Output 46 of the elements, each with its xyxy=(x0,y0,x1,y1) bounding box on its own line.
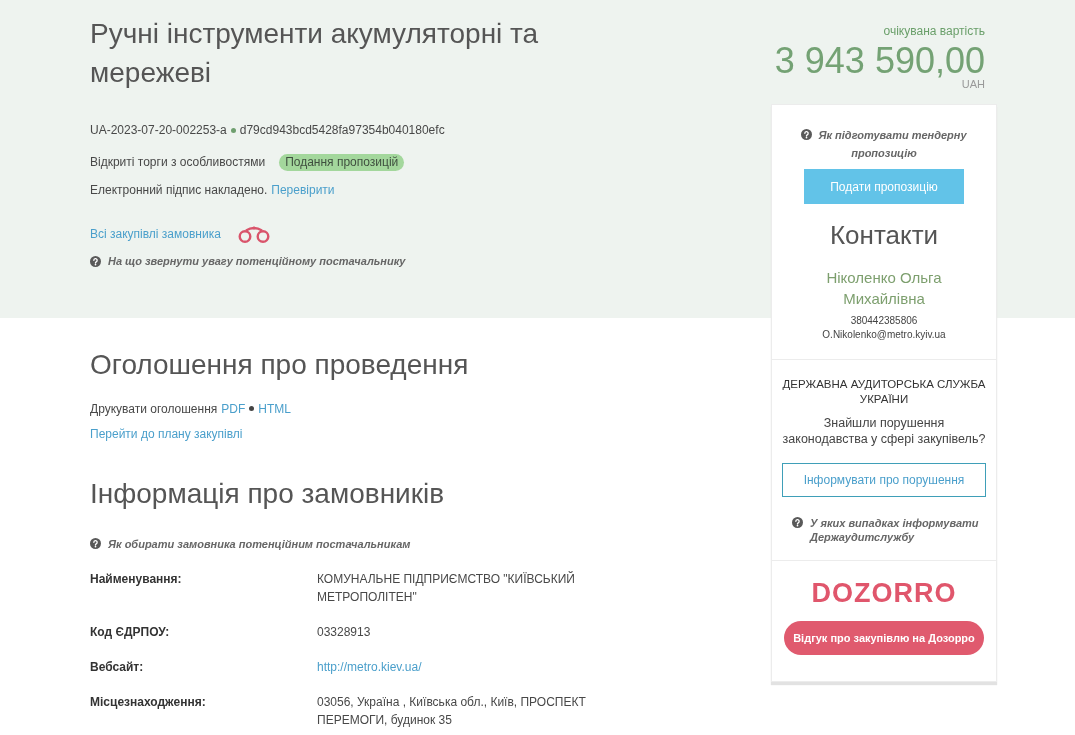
section-heading: Оголошення про проведення xyxy=(90,347,470,382)
field-value: 03328913 xyxy=(317,624,371,641)
help-icon xyxy=(90,538,101,549)
handcuffs-icon xyxy=(236,225,271,243)
buyer-procurements-link[interactable]: Всі закупівлі замовника xyxy=(90,225,221,243)
field-value: 03056, Україна , Київська обл., Київ, ПРОСПЕКТ ПЕРЕМОГИ, будинок 35 xyxy=(317,694,587,729)
help-link[interactable]: У яких випадках інформувати Держаудитслужбу xyxy=(792,515,986,544)
print-format-link[interactable]: HTML xyxy=(258,399,291,418)
contact-email: O.Nikolenko@metro.kyiv.ua xyxy=(822,328,946,342)
print-format-link[interactable]: PDF xyxy=(221,399,246,418)
help-icon xyxy=(90,255,101,267)
page-title: Ручні інструменти акумуляторні та мережеві xyxy=(90,17,540,90)
procedure-type: Відкриті торги з особливостями xyxy=(90,154,266,171)
verify-link[interactable]: Перевірити xyxy=(271,181,335,199)
price-amount: 3 943 590,00 xyxy=(774,39,985,81)
contact-name: Ніколенко Ольга Михайлівна xyxy=(825,268,943,309)
field-label: Місцезнаходження: xyxy=(90,694,206,711)
currency-label: UAH xyxy=(961,78,985,90)
status-badge: Подання пропозицій xyxy=(279,153,405,171)
report-violation-button[interactable]: Інформувати про порушення xyxy=(782,463,986,497)
signature-status: Електронний підпис накладено. xyxy=(90,182,268,199)
help-link[interactable]: Як обирати замовника потенційним постачальникам xyxy=(90,536,411,551)
bullet-icon xyxy=(230,127,236,133)
submit-proposal-button[interactable]: Подати пропозицію xyxy=(804,169,964,204)
feedback-button[interactable]: Відгук про закупівлю на Дозорро xyxy=(784,620,984,655)
contacts-heading: Контакти xyxy=(829,219,939,251)
procurement-plan-link[interactable]: Перейти до плану закупівлі xyxy=(90,424,243,443)
tender-hash: d79cd943bcd5428fa97354b040180efc xyxy=(239,122,445,139)
price-label: очікувана вартість xyxy=(883,23,985,39)
violation-question: Знайшли порушення законодавства у сфері закупівель? xyxy=(782,415,986,447)
field-label: Код ЄДРПОУ: xyxy=(90,624,170,641)
field-value: КОМУНАЛЬНЕ ПІДПРИЄМСТВО "КИЇВСЬКИЙ МЕТРОПОЛІТЕН" xyxy=(317,570,576,606)
tender-id: UA-2023-07-20-002253-a xyxy=(90,122,227,139)
website-link[interactable]: http://metro.kiev.ua/ xyxy=(317,658,422,676)
print-label: Друкувати оголошення xyxy=(90,400,218,418)
contact-phone: 380442385806 xyxy=(850,314,918,328)
bullet-icon xyxy=(249,406,255,411)
help-icon xyxy=(792,517,803,528)
section-heading: Інформація про замовників xyxy=(90,476,446,511)
brand-logo: DOZORRO xyxy=(811,576,957,609)
field-label: Найменування: xyxy=(90,571,182,588)
help-link[interactable]: На що звернути увагу потенційному постачальнику xyxy=(90,254,406,268)
audit-service-title: ДЕРЖАВНА АУДИТОРСЬКА СЛУЖБА УКРАЇНИ xyxy=(782,377,986,407)
field-label: Вебсайт: xyxy=(90,659,144,676)
help-link[interactable]: Як підготувати тендерну пропозицію xyxy=(795,126,973,162)
help-icon xyxy=(801,129,813,140)
